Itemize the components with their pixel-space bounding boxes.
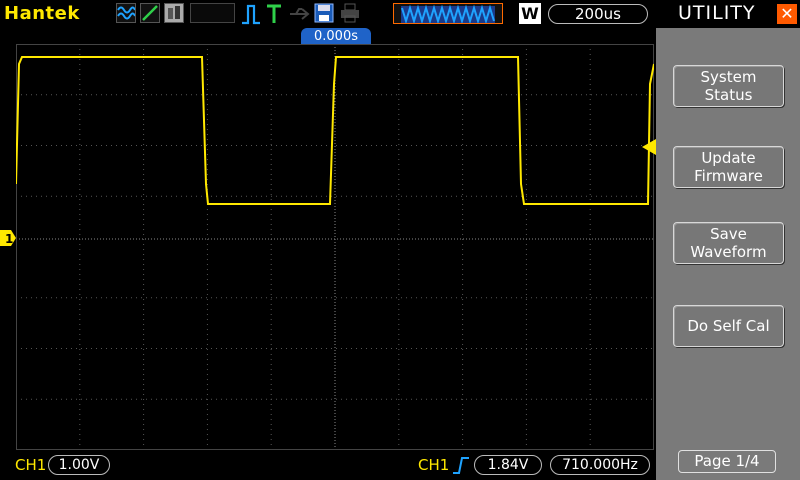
display-vectors-icon[interactable] bbox=[140, 3, 160, 23]
frequency-readout: 710.000Hz bbox=[550, 455, 650, 475]
ch1-ground-marker-icon[interactable]: 1 bbox=[0, 230, 17, 246]
utility-menu-panel: UTILITY ✕ System Status Update Firmware … bbox=[656, 0, 800, 480]
ch1-scale-value[interactable]: 1.00V bbox=[48, 455, 110, 475]
self-cal-button[interactable]: Do Self Cal bbox=[673, 305, 784, 347]
button-label-line1: Do Self Cal bbox=[687, 317, 770, 335]
top-status-bar: Hantek W 200us bbox=[0, 0, 655, 28]
svg-text:1: 1 bbox=[5, 232, 13, 246]
waveform-display[interactable] bbox=[16, 44, 654, 450]
acquire-mode-icon[interactable] bbox=[116, 3, 136, 23]
memory-window-indicator bbox=[393, 3, 503, 24]
blank-indicator bbox=[190, 3, 235, 23]
trigger-status-icon bbox=[267, 4, 281, 23]
trigger-source-label: CH1 bbox=[418, 456, 450, 474]
ch1-label: CH1 bbox=[15, 456, 47, 474]
button-label-line1: Update bbox=[701, 149, 756, 167]
trigger-level-marker-icon[interactable] bbox=[642, 139, 656, 155]
system-status-button[interactable]: System Status bbox=[673, 65, 784, 107]
page-indicator-button[interactable]: Page 1/4 bbox=[678, 450, 776, 473]
button-label-line2: Waveform bbox=[690, 243, 767, 261]
persistence-icon[interactable] bbox=[164, 3, 184, 23]
save-waveform-button[interactable]: Save Waveform bbox=[673, 222, 784, 264]
button-label-line1: System bbox=[700, 68, 757, 86]
timebase-value[interactable]: 200us bbox=[548, 4, 648, 24]
trigger-edge-icon[interactable] bbox=[240, 3, 262, 25]
rising-edge-icon bbox=[453, 457, 469, 474]
update-firmware-button[interactable]: Update Firmware bbox=[673, 146, 784, 188]
printer-icon[interactable] bbox=[340, 3, 360, 23]
button-label-line1: Save bbox=[710, 225, 747, 243]
trigger-position-readout: 0.000s bbox=[301, 28, 371, 45]
trigger-level-value[interactable]: 1.84V bbox=[474, 455, 542, 475]
menu-title-bar: UTILITY ✕ bbox=[656, 0, 800, 28]
close-icon[interactable]: ✕ bbox=[777, 4, 797, 24]
brand-logo: Hantek bbox=[4, 3, 80, 24]
menu-title: UTILITY bbox=[678, 2, 756, 24]
save-disk-icon[interactable] bbox=[314, 3, 334, 23]
button-label-line2: Firmware bbox=[694, 167, 763, 185]
usb-icon bbox=[290, 8, 310, 20]
timebase-mode-badge: W bbox=[519, 3, 541, 24]
button-label-line2: Status bbox=[704, 86, 753, 104]
